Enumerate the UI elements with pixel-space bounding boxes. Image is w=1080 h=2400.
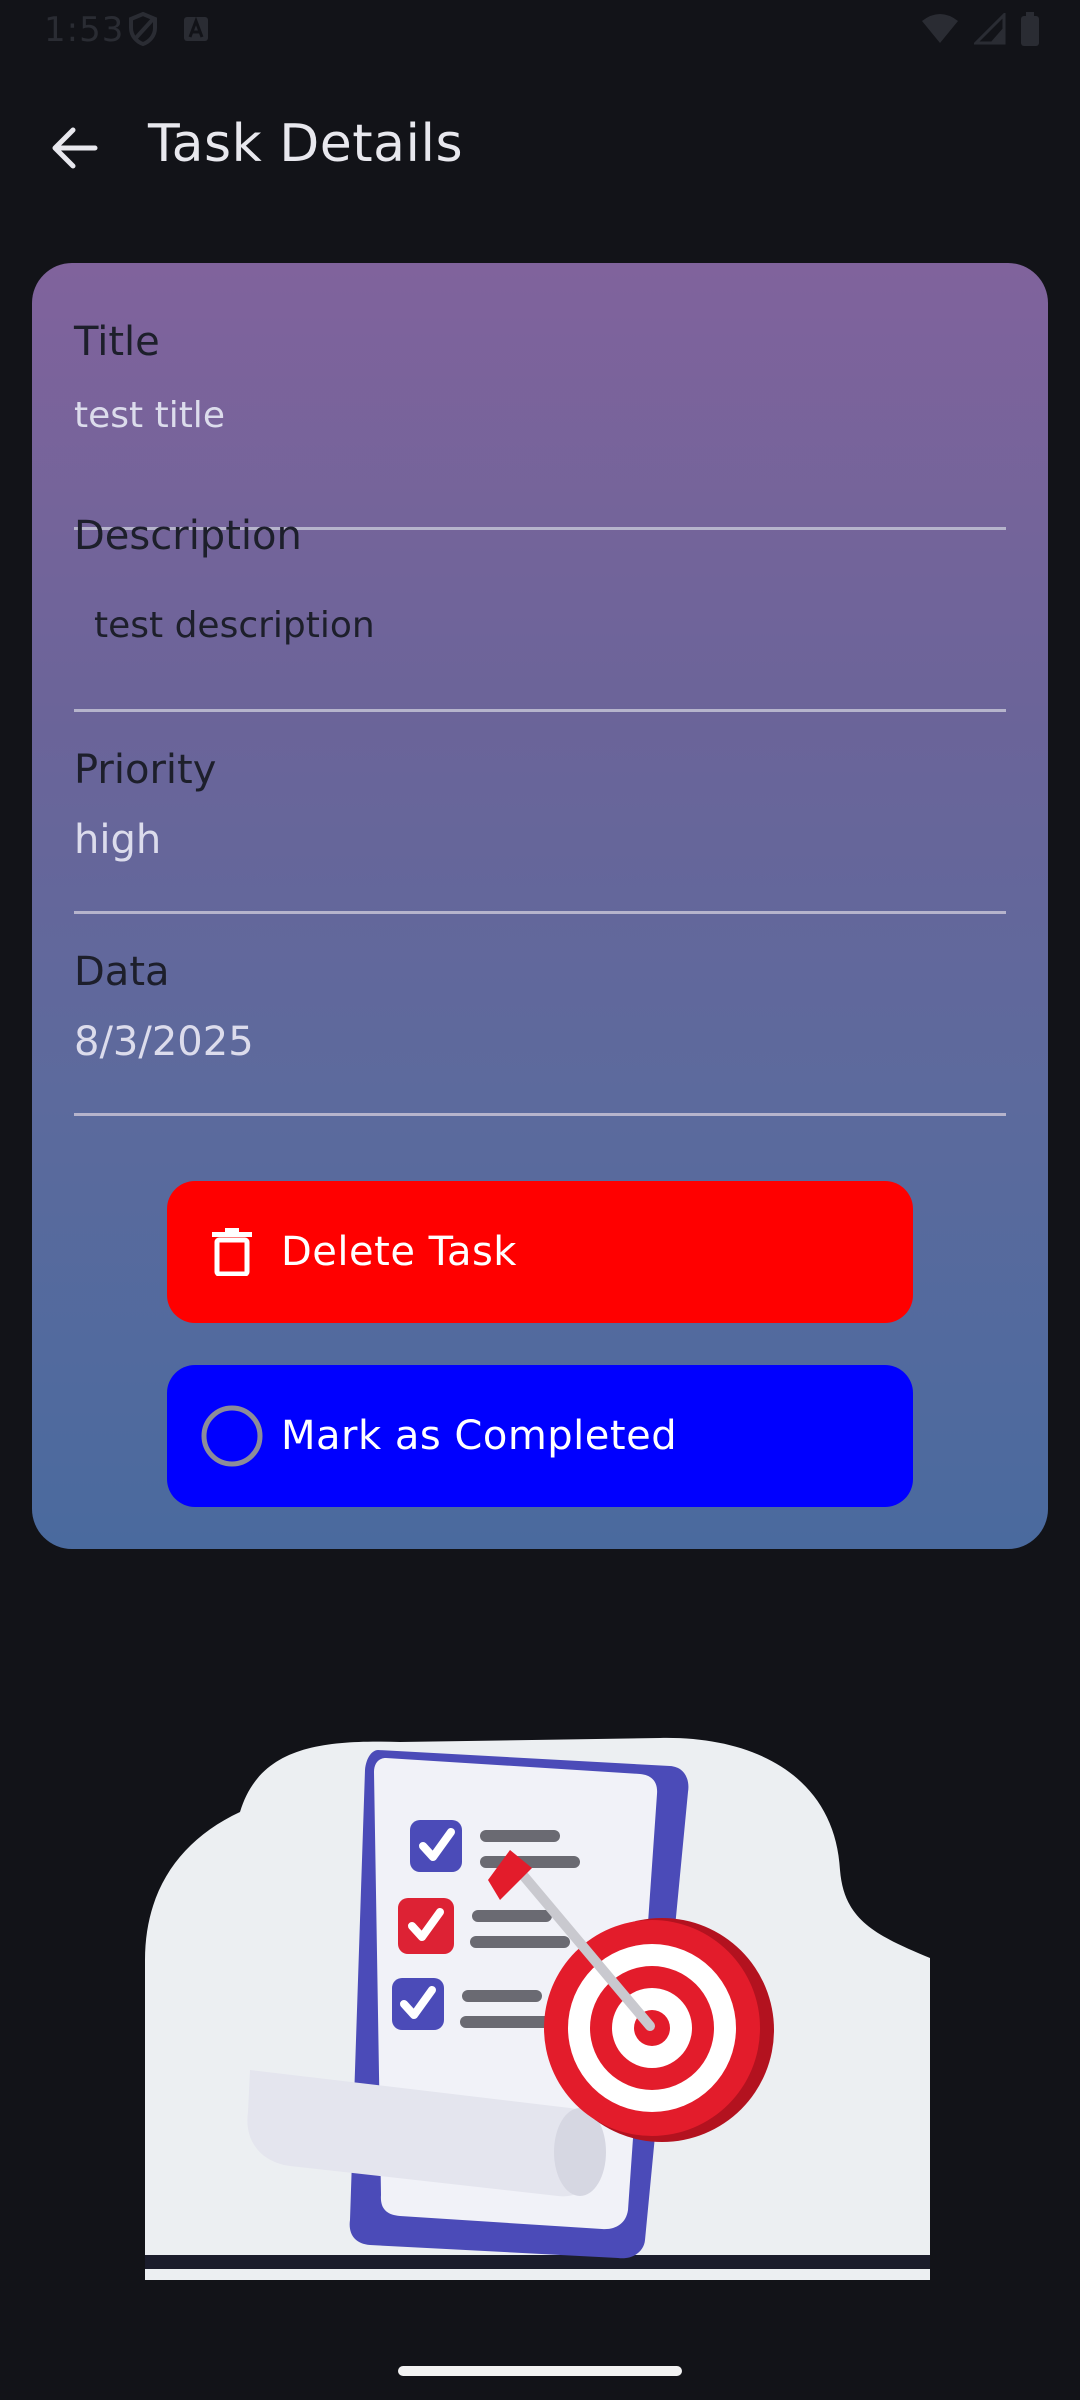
title-value: test title [74,395,225,436]
trash-icon [197,1217,267,1287]
status-bar: 1:53 [0,0,1080,64]
signal-icon [974,13,1006,45]
delete-task-button[interactable]: Delete Task [167,1181,913,1323]
status-right-icons [920,12,1040,46]
task-details-card: Title test title Description test descri… [32,263,1048,1549]
priority-value: high [74,817,162,863]
a-notification-icon [184,16,208,41]
wifi-icon [922,14,958,43]
priority-divider [74,911,1006,914]
mark-completed-button[interactable]: Mark as Completed [167,1365,913,1507]
gesture-navigation-bar[interactable] [398,2366,682,2376]
top-app-bar: Task Details [0,100,1080,196]
mark-completed-label: Mark as Completed [281,1413,678,1459]
task-checklist-target-illustration [145,1737,930,2280]
date-field[interactable]: Data 8/3/2025 [74,949,1006,1116]
delete-task-label: Delete Task [281,1229,517,1275]
priority-label: Priority [74,747,217,793]
date-value: 8/3/2025 [74,1019,254,1065]
task-details-screen: 1:53 Task Details Title test title Descr… [0,0,1080,2400]
circle-outline-icon[interactable] [197,1401,267,1471]
description-value: test description [94,605,375,646]
description-divider [74,709,1006,712]
description-label: Description [74,513,302,559]
status-left-icons [128,12,210,46]
date-label: Data [74,949,170,995]
arrow-left-icon [52,127,98,169]
status-time: 1:53 [44,10,125,50]
date-divider [74,1113,1006,1116]
back-button[interactable] [40,118,110,178]
page-title: Task Details [148,114,464,174]
battery-icon [1021,12,1039,46]
priority-field[interactable]: Priority high [74,747,1006,914]
description-field[interactable]: Description test description [74,513,1006,713]
shield-icon [129,12,157,46]
title-label: Title [74,319,160,365]
